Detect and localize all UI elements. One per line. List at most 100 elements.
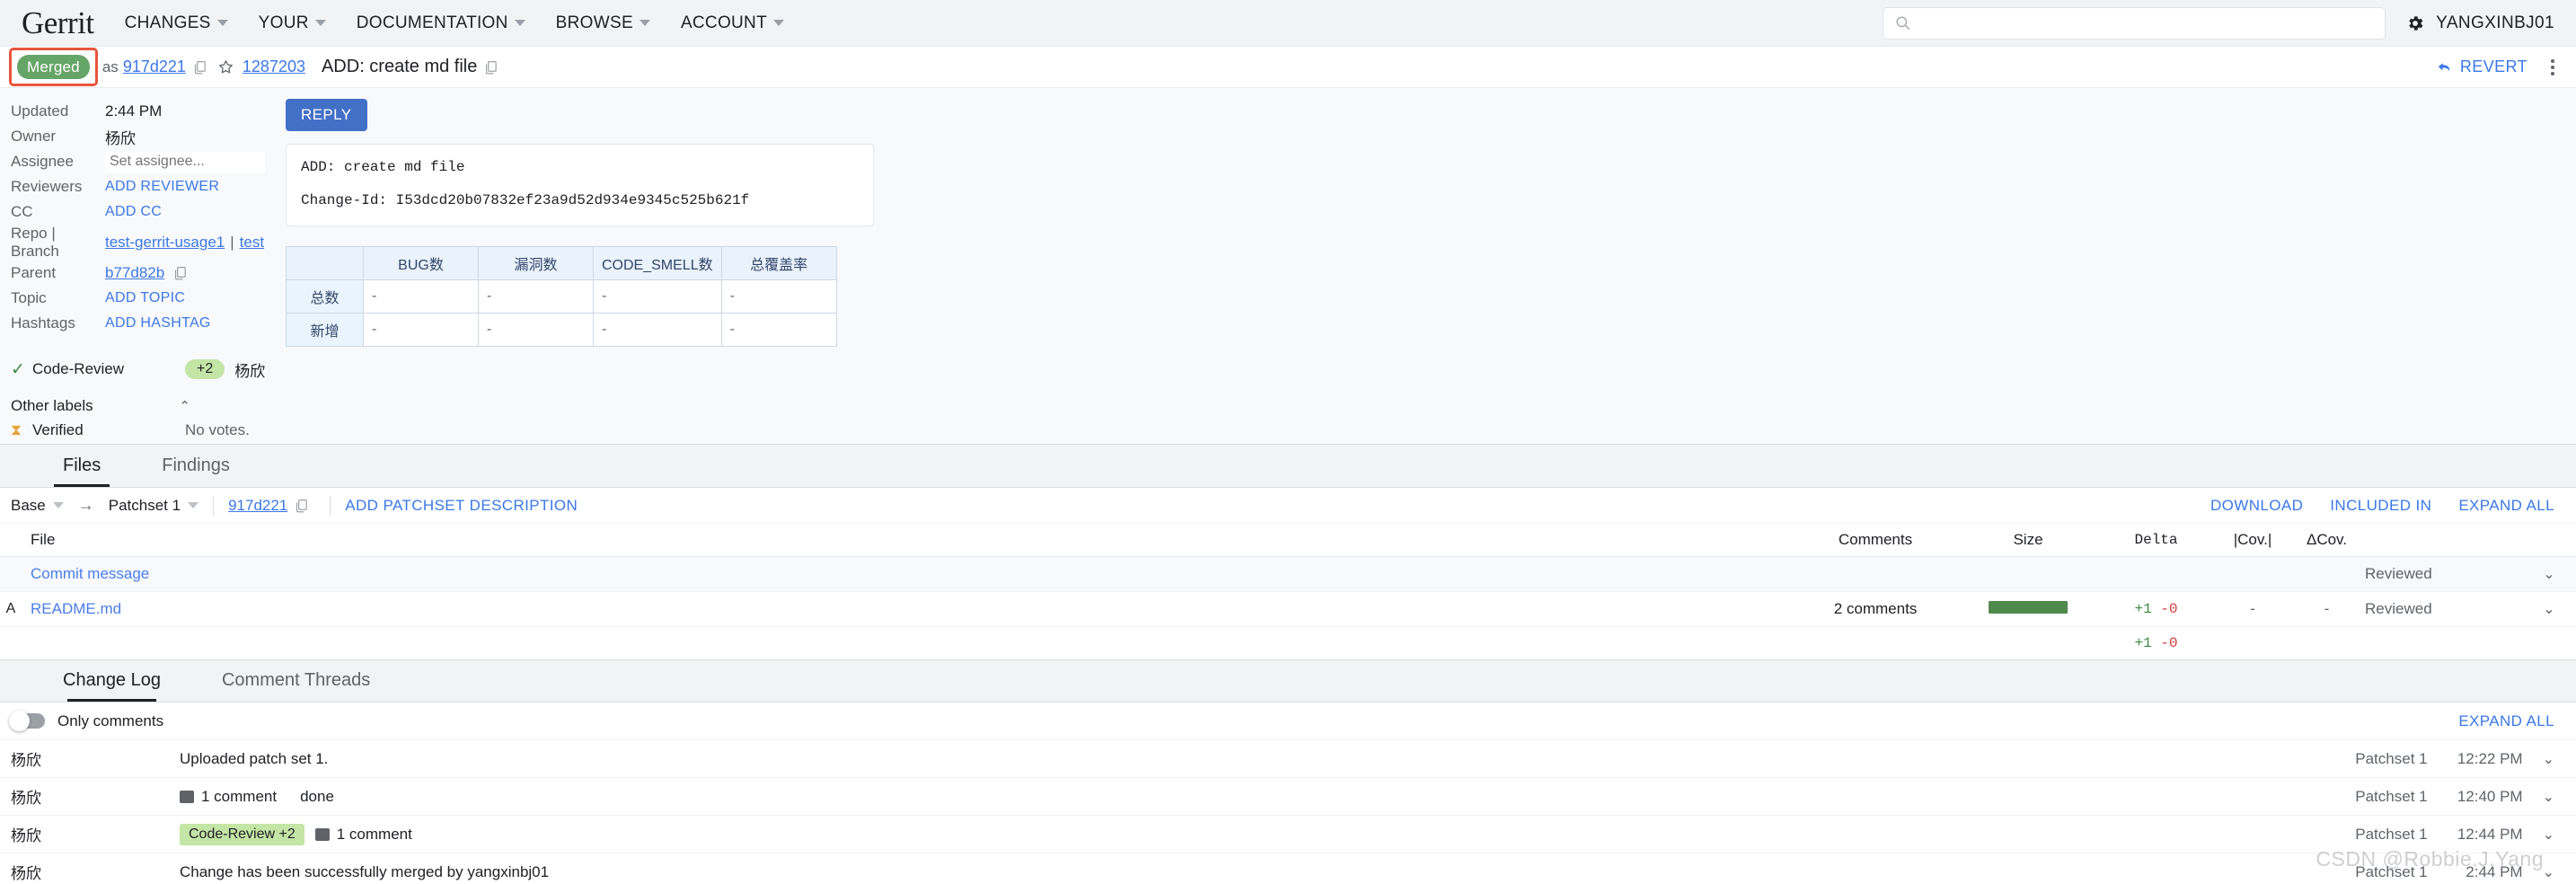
log-comment-chunk[interactable]: 1 comment bbox=[180, 788, 277, 806]
metrics-total-vuln: - bbox=[478, 279, 594, 314]
list-item[interactable]: 杨欣 1 comment done Patchset 1 12:40 PM ⌄ bbox=[0, 778, 2576, 816]
add-hashtag-button[interactable]: ADD HASHTAG bbox=[105, 315, 211, 332]
base-dropdown[interactable]: Base bbox=[11, 497, 64, 515]
totals-delta-removed: -0 bbox=[2160, 635, 2178, 651]
copy-patchset-sha-icon[interactable] bbox=[294, 498, 309, 514]
comment-icon bbox=[180, 790, 194, 803]
change-metadata-panel: Updated 2:44 PM Owner 杨欣 Assignee Review… bbox=[0, 88, 269, 444]
totals-expand-spacer bbox=[2522, 627, 2576, 660]
chevron-down-icon[interactable]: ⌄ bbox=[2543, 750, 2554, 768]
file-comments[interactable]: 2 comments bbox=[1790, 591, 1961, 627]
files-table: File Comments Size Delta |Cov.| ΔCov. Co… bbox=[0, 524, 2576, 659]
tab-findings[interactable]: Findings bbox=[131, 455, 260, 487]
revert-button[interactable]: REVERT bbox=[2436, 57, 2527, 76]
assignee-input[interactable] bbox=[105, 151, 265, 172]
nav-item-your[interactable]: YOUR bbox=[259, 13, 326, 33]
gear-icon[interactable] bbox=[2405, 13, 2425, 33]
download-button[interactable]: DOWNLOAD bbox=[2210, 497, 2303, 515]
file-size bbox=[1961, 591, 2095, 627]
metadata-row-hashtags: Hashtags ADD HASHTAG bbox=[11, 311, 269, 336]
nav-item-browse[interactable]: BROWSE bbox=[556, 13, 650, 33]
change-header-as-text: as bbox=[101, 57, 119, 75]
expand-all-files-button[interactable]: EXPAND ALL bbox=[2458, 497, 2554, 515]
gerrit-logo[interactable]: Gerrit bbox=[22, 5, 94, 41]
change-number-link[interactable]: 1287203 bbox=[243, 57, 305, 76]
files-header-reviewed bbox=[2365, 524, 2522, 557]
metadata-key-hashtags: Hashtags bbox=[11, 314, 75, 332]
divider bbox=[213, 495, 215, 516]
tab-files[interactable]: Files bbox=[32, 455, 131, 487]
nav-item-documentation[interactable]: DOCUMENTATION bbox=[357, 13, 525, 33]
chevron-down-icon[interactable]: ⌄ bbox=[2543, 826, 2554, 844]
tab-change-log[interactable]: Change Log bbox=[32, 670, 191, 702]
patchset-selector-bar: Base → Patchset 1 917d221 ADD PATCHSET D… bbox=[0, 488, 2576, 524]
file-name-cell[interactable]: README.md bbox=[22, 591, 1790, 627]
copy-subject-icon[interactable] bbox=[483, 59, 498, 75]
log-author: 杨欣 bbox=[11, 790, 41, 807]
log-author: 杨欣 bbox=[11, 827, 41, 844]
only-comments-row: Only comments EXPAND ALL bbox=[0, 703, 2576, 740]
file-reviewed-status[interactable]: Reviewed bbox=[2365, 556, 2522, 592]
file-link-readme[interactable]: README.md bbox=[31, 600, 121, 617]
other-labels-toggle[interactable]: Other labels ⌃ bbox=[11, 397, 190, 415]
nav-item-browse-label: BROWSE bbox=[555, 13, 633, 32]
add-topic-button[interactable]: ADD TOPIC bbox=[105, 290, 185, 306]
log-comment-chunk[interactable]: 1 comment bbox=[314, 826, 412, 844]
patchset-dropdown[interactable]: Patchset 1 bbox=[109, 497, 199, 515]
chevron-down-icon bbox=[639, 20, 650, 26]
only-comments-toggle[interactable] bbox=[9, 711, 45, 731]
file-name-cell[interactable]: Commit message bbox=[22, 556, 1790, 592]
add-reviewer-button[interactable]: ADD REVIEWER bbox=[105, 179, 219, 195]
copy-icon[interactable] bbox=[192, 59, 207, 75]
file-link-commit-message[interactable]: Commit message bbox=[31, 565, 149, 582]
star-icon[interactable] bbox=[217, 58, 234, 75]
files-header-status bbox=[0, 524, 22, 557]
included-in-button[interactable]: INCLUDED IN bbox=[2330, 497, 2431, 515]
check-icon: ✓ bbox=[11, 359, 25, 379]
list-item[interactable]: 杨欣 Code-Review +2 1 comment Patchset 1 1… bbox=[0, 816, 2576, 853]
metrics-header-vuln: 漏洞数 bbox=[478, 246, 594, 281]
commit-sha-link[interactable]: 917d221 bbox=[123, 57, 186, 76]
list-item[interactable]: 杨欣 Uploaded patch set 1. Patchset 1 12:2… bbox=[0, 740, 2576, 778]
tab-comment-threads[interactable]: Comment Threads bbox=[191, 670, 401, 702]
chevron-down-icon[interactable]: ⌄ bbox=[2543, 788, 2554, 806]
nav-item-your-label: YOUR bbox=[258, 13, 309, 32]
chevron-down-icon bbox=[314, 20, 326, 26]
file-expand-toggle[interactable]: ⌄ bbox=[2522, 591, 2576, 627]
metadata-key-owner: Owner bbox=[11, 128, 57, 145]
log-author: 杨欣 bbox=[11, 752, 41, 769]
account-username[interactable]: YANGXINBJ01 bbox=[2436, 13, 2554, 33]
chevron-down-icon bbox=[216, 20, 228, 26]
list-item[interactable]: 杨欣 Change has been successfully merged b… bbox=[0, 853, 2576, 884]
files-header-file: File bbox=[22, 524, 1790, 557]
other-labels-title: Other labels bbox=[11, 397, 93, 414]
metrics-table: BUG数 漏洞数 CODE_SMELL数 总覆盖率 总数 - - - - 新增 … bbox=[286, 246, 837, 348]
log-time: 12:40 PM bbox=[2457, 787, 2523, 805]
add-patchset-description-button[interactable]: ADD PATCHSET DESCRIPTION bbox=[345, 497, 578, 515]
table-row[interactable]: Commit message Reviewed ⌄ bbox=[0, 556, 2576, 592]
reply-button[interactable]: REPLY bbox=[286, 99, 367, 131]
file-expand-toggle[interactable]: ⌄ bbox=[2522, 556, 2576, 592]
copy-parent-icon[interactable] bbox=[172, 265, 188, 281]
repo-link[interactable]: test-gerrit-usage1 bbox=[105, 234, 225, 252]
patchset-sha-link[interactable]: 917d221 bbox=[228, 497, 287, 515]
search-input[interactable] bbox=[1919, 13, 2375, 33]
branch-link[interactable]: test bbox=[240, 234, 264, 252]
table-row[interactable]: A README.md 2 comments +1 -0 - - Reviewe… bbox=[0, 591, 2576, 627]
metadata-key-topic: Topic bbox=[11, 289, 47, 306]
nav-item-changes[interactable]: CHANGES bbox=[125, 13, 228, 33]
search-box[interactable] bbox=[1883, 6, 2386, 40]
nav-item-account[interactable]: ACCOUNT bbox=[681, 13, 784, 33]
expand-all-log-button[interactable]: EXPAND ALL bbox=[2458, 712, 2554, 730]
file-reviewed-status[interactable]: Reviewed bbox=[2365, 591, 2522, 627]
chevron-down-icon[interactable]: ⌄ bbox=[2543, 863, 2554, 881]
log-time: 12:44 PM bbox=[2457, 825, 2523, 843]
more-options-icon[interactable] bbox=[2551, 58, 2554, 75]
log-body: 1 comment done bbox=[180, 788, 2355, 806]
add-cc-button[interactable]: ADD CC bbox=[105, 204, 162, 220]
log-message: Change has been successfully merged by y… bbox=[180, 862, 550, 880]
change-subject: ADD: create md file bbox=[321, 57, 478, 76]
files-header-comments: Comments bbox=[1790, 524, 1961, 557]
metrics-total-bug: - bbox=[363, 279, 479, 314]
parent-sha-link[interactable]: b77d82b bbox=[105, 264, 164, 282]
